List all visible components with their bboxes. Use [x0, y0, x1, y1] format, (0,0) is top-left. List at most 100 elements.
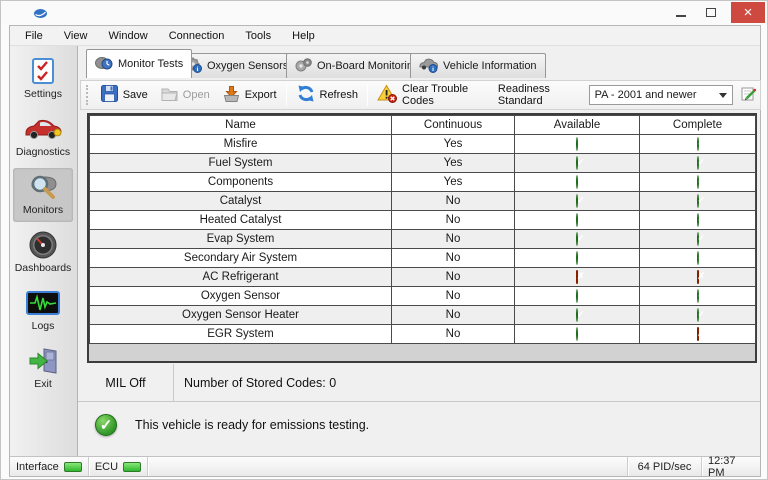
status-complete-icon [697, 289, 699, 303]
gears-icon [295, 57, 312, 76]
checklist-icon [13, 55, 73, 87]
maximize-button[interactable] [697, 2, 725, 23]
cell-available [515, 249, 640, 268]
toolbar-grip[interactable] [86, 85, 90, 105]
table-row[interactable]: Fuel System Yes [90, 154, 756, 173]
sidebar-label: Settings [13, 88, 73, 100]
sidebar-item-logs[interactable]: Logs [13, 284, 73, 338]
tab-label: Monitor Tests [118, 58, 183, 70]
table-row[interactable]: Components Yes [90, 173, 756, 192]
clear-trouble-codes-label: Clear Trouble Codes [402, 83, 484, 107]
clear-trouble-codes-button[interactable]: Clear Trouble Codes [371, 81, 490, 109]
status-available-icon [576, 175, 578, 189]
table-row[interactable]: Secondary Air System No [90, 249, 756, 268]
menu-help[interactable]: Help [283, 26, 324, 46]
pid-rate-value: 64 PID/sec [638, 461, 692, 473]
emissions-ready-message: This vehicle is ready for emissions test… [135, 418, 369, 432]
mil-status: MIL Off [78, 364, 174, 402]
menu-window[interactable]: Window [100, 26, 157, 46]
table-header-row: Name Continuous Available Complete [90, 116, 756, 135]
cell-complete [640, 287, 756, 306]
car-icon [13, 113, 73, 145]
table-row[interactable]: EGR System No [90, 325, 756, 344]
cell-continuous: No [392, 268, 515, 287]
cell-continuous: Yes [392, 173, 515, 192]
status-complete-icon [697, 270, 699, 284]
cell-available [515, 173, 640, 192]
interface-led-icon [64, 462, 82, 472]
column-header-available[interactable]: Available [515, 116, 640, 135]
tab-onboard-monitoring[interactable]: On-Board Monitoring [286, 53, 428, 78]
refresh-label: Refresh [320, 89, 359, 101]
minimize-button[interactable] [667, 2, 695, 23]
menu-tools[interactable]: Tools [236, 26, 280, 46]
readiness-standard-dropdown[interactable]: PA - 2001 and newer [589, 85, 733, 105]
cell-name: Catalyst [90, 192, 392, 211]
cell-name: Heated Catalyst [90, 211, 392, 230]
sidebar: Settings Diagnostics [10, 46, 78, 456]
refresh-button[interactable]: Refresh [290, 82, 365, 108]
toolbar-separator [286, 84, 287, 106]
column-header-complete[interactable]: Complete [640, 116, 756, 135]
readiness-standard-label: Readiness Standard [498, 83, 583, 107]
status-available-icon [576, 308, 578, 322]
magnifier-icon [13, 171, 73, 203]
close-button[interactable]: × [731, 2, 765, 23]
cell-continuous: Yes [392, 135, 515, 154]
status-complete-icon [697, 213, 699, 227]
sidebar-label: Logs [13, 320, 73, 332]
edit-standard-button[interactable] [737, 83, 760, 107]
tab-vehicle-information[interactable]: i Vehicle Information [410, 53, 546, 78]
tab-oxygen-sensors[interactable]: i Oxygen Sensors [176, 53, 297, 78]
menu-connection[interactable]: Connection [160, 26, 234, 46]
statusbar: Interface ECU 64 PID/sec 12:37 PM [10, 456, 760, 476]
cell-continuous: No [392, 306, 515, 325]
status-complete-icon [697, 156, 699, 170]
export-icon [222, 84, 241, 106]
column-header-name[interactable]: Name [90, 116, 392, 135]
svg-text:i: i [432, 66, 434, 73]
sidebar-item-monitors[interactable]: Monitors [13, 168, 73, 222]
titlebar[interactable]: × [1, 1, 767, 25]
cell-name: Misfire [90, 135, 392, 154]
sidebar-label: Dashboards [13, 262, 73, 274]
status-complete-icon [697, 194, 699, 208]
cell-complete [640, 154, 756, 173]
sidebar-item-diagnostics[interactable]: Diagnostics [13, 110, 73, 164]
cell-available [515, 154, 640, 173]
sidebar-item-settings[interactable]: Settings [13, 52, 73, 106]
export-button[interactable]: Export [216, 82, 283, 108]
app-window: × File View Window Connection Tools Help [0, 0, 768, 480]
cell-complete [640, 211, 756, 230]
table-row[interactable]: Misfire Yes [90, 135, 756, 154]
cell-complete [640, 192, 756, 211]
cell-continuous: Yes [392, 154, 515, 173]
cell-continuous: No [392, 230, 515, 249]
open-button[interactable]: Open [154, 82, 216, 108]
column-header-continuous[interactable]: Continuous [392, 116, 515, 135]
cell-continuous: No [392, 287, 515, 306]
cell-name: AC Refrigerant [90, 268, 392, 287]
cell-complete [640, 325, 756, 344]
cell-continuous: No [392, 325, 515, 344]
status-available-icon [576, 213, 578, 227]
emissions-ready-row: This vehicle is ready for emissions test… [78, 402, 760, 448]
tab-monitor-tests[interactable]: Monitor Tests [86, 49, 192, 78]
menu-view[interactable]: View [55, 26, 97, 46]
ecu-led-icon [123, 462, 141, 472]
sidebar-item-exit[interactable]: Exit [13, 342, 73, 396]
menu-file[interactable]: File [16, 26, 52, 46]
table-row[interactable]: AC Refrigerant No [90, 268, 756, 287]
sidebar-item-dashboards[interactable]: Dashboards [13, 226, 73, 280]
table-row[interactable]: Oxygen Sensor Heater No [90, 306, 756, 325]
table-row[interactable]: Heated Catalyst No [90, 211, 756, 230]
table-row[interactable]: Evap System No [90, 230, 756, 249]
exit-door-icon [13, 345, 73, 377]
cell-name: Components [90, 173, 392, 192]
tab-label: Vehicle Information [443, 60, 537, 72]
status-complete-icon [697, 137, 699, 151]
table-row[interactable]: Catalyst No [90, 192, 756, 211]
table-row[interactable]: Oxygen Sensor No [90, 287, 756, 306]
status-available-icon [576, 327, 578, 341]
save-button[interactable]: Save [94, 82, 154, 108]
